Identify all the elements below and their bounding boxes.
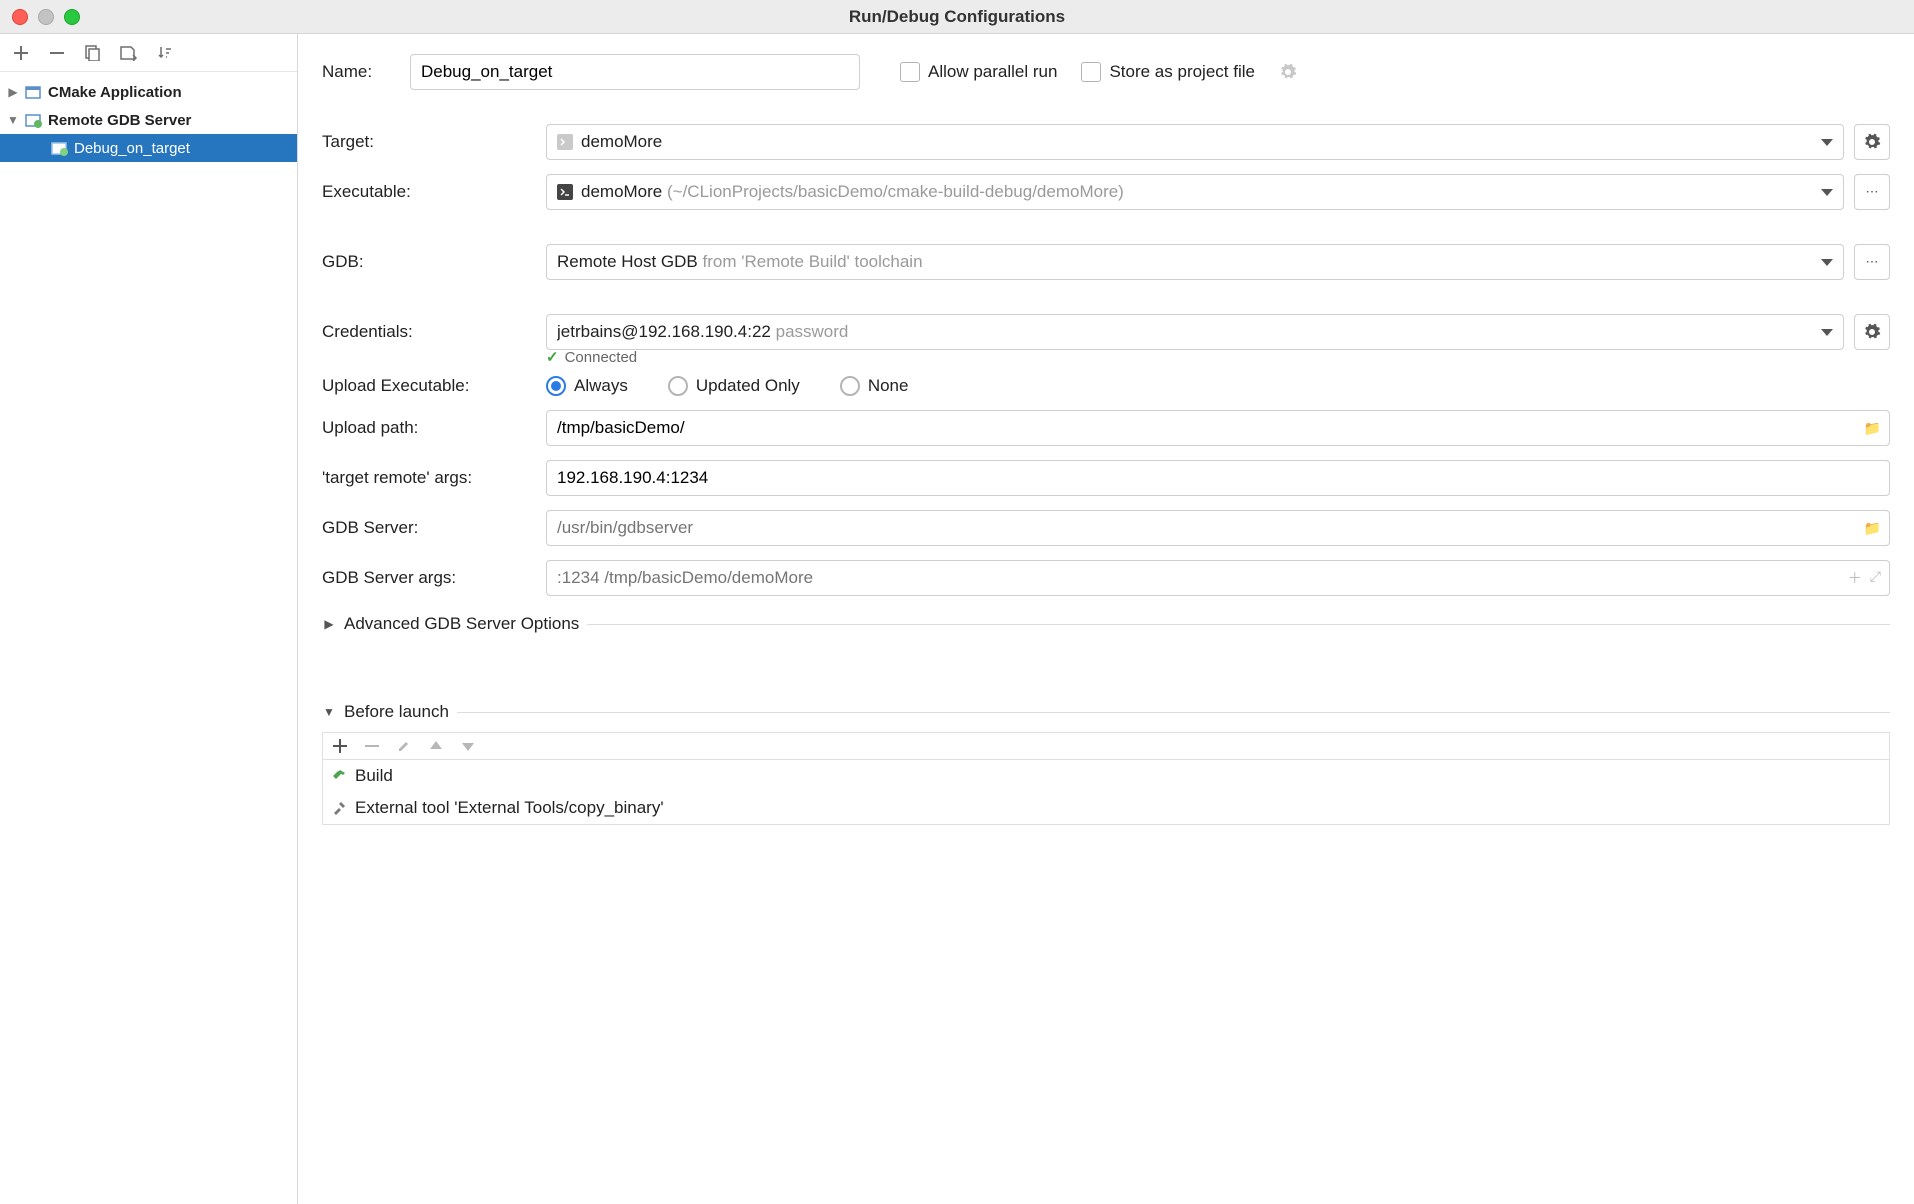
sort-icon[interactable] (156, 44, 174, 62)
config-tree: ▶ CMake Application ▼ Remote GDB Server … (0, 72, 297, 1204)
upload-path-label: Upload path: (322, 418, 546, 438)
executable-browse-button[interactable]: ⋯ (1854, 174, 1890, 210)
credentials-settings-button[interactable] (1854, 314, 1890, 350)
tools-icon (331, 800, 347, 816)
upload-always-radio[interactable]: Always (546, 376, 628, 396)
folder-icon[interactable]: 📁 (1864, 420, 1881, 437)
target-remote-input[interactable] (546, 460, 1890, 496)
checkbox-icon (1081, 62, 1101, 82)
advanced-section-header[interactable]: ▶ Advanced GDB Server Options (322, 614, 1890, 634)
executable-combo[interactable]: demoMore (~/CLionProjects/basicDemo/cmak… (546, 174, 1844, 210)
tree-label: Debug_on_target (74, 140, 190, 157)
chevron-down-icon (1821, 259, 1833, 266)
gdb-server-label: GDB Server: (322, 518, 546, 538)
hammer-icon (331, 768, 347, 784)
before-launch-label: Before launch (344, 702, 449, 722)
gdb-browse-button[interactable]: ⋯ (1854, 244, 1890, 280)
gdb-label: GDB: (322, 252, 546, 272)
config-form: Name: Allow parallel run Store as projec… (298, 34, 1914, 1204)
name-label: Name: (322, 62, 410, 82)
config-sidebar: ▶ CMake Application ▼ Remote GDB Server … (0, 34, 298, 1204)
chevron-right-icon: ▶ (322, 617, 336, 631)
credentials-label: Credentials: (322, 322, 546, 342)
sidebar-toolbar (0, 34, 297, 72)
gdb-combo[interactable]: Remote Host GDB from 'Remote Build' tool… (546, 244, 1844, 280)
name-input-field[interactable] (421, 62, 849, 82)
before-launch-list: Build External tool 'External Tools/copy… (322, 759, 1890, 825)
remove-config-icon[interactable] (48, 44, 66, 62)
connected-label: Connected (565, 349, 638, 366)
list-item[interactable]: External tool 'External Tools/copy_binar… (323, 792, 1889, 824)
advanced-section-label: Advanced GDB Server Options (344, 614, 579, 634)
radio-icon (840, 376, 860, 396)
tree-node-cmake-application[interactable]: ▶ CMake Application (0, 78, 297, 106)
remote-gdb-icon (50, 138, 70, 158)
radio-icon (546, 376, 566, 396)
name-input[interactable] (410, 54, 860, 90)
gear-icon[interactable] (1279, 63, 1297, 81)
executable-value: demoMore (~/CLionProjects/basicDemo/cmak… (581, 182, 1813, 202)
target-remote-label: 'target remote' args: (322, 468, 546, 488)
checkbox-icon (900, 62, 920, 82)
chevron-down-icon (1821, 189, 1833, 196)
remove-task-icon[interactable] (365, 739, 379, 753)
gdb-server-input[interactable]: 📁 (546, 510, 1890, 546)
allow-parallel-checkbox[interactable]: Allow parallel run (900, 62, 1057, 82)
tree-node-debug-on-target[interactable]: Debug_on_target (0, 134, 297, 162)
window-title: Run/Debug Configurations (0, 7, 1914, 27)
tree-label: Remote GDB Server (48, 112, 191, 129)
before-launch-toolbar (322, 732, 1890, 759)
executable-label: Executable: (322, 182, 546, 202)
gdb-server-args-input[interactable]: ＋ ⤢ (546, 560, 1890, 596)
connection-status: ✓ Connected (546, 348, 1890, 366)
store-project-label: Store as project file (1109, 62, 1255, 82)
gdb-value: Remote Host GDB from 'Remote Build' tool… (557, 252, 1813, 272)
copy-config-icon[interactable] (84, 44, 102, 62)
upload-updated-radio[interactable]: Updated Only (668, 376, 800, 396)
chevron-down-icon: ▼ (6, 113, 20, 127)
store-project-checkbox[interactable]: Store as project file (1081, 62, 1255, 82)
list-item[interactable]: Build (323, 760, 1889, 792)
credentials-combo[interactable]: jetrbains@192.168.190.4:22 password (546, 314, 1844, 350)
target-combo[interactable]: demoMore (546, 124, 1844, 160)
radio-icon (668, 376, 688, 396)
task-label: External tool 'External Tools/copy_binar… (355, 798, 664, 818)
task-label: Build (355, 766, 393, 786)
chevron-right-icon: ▶ (6, 85, 20, 99)
target-label: Target: (322, 132, 546, 152)
before-launch-header[interactable]: ▼ Before launch (322, 702, 1890, 722)
save-template-icon[interactable] (120, 44, 138, 62)
credentials-value: jetrbains@192.168.190.4:22 password (557, 322, 1813, 342)
tree-node-remote-gdb-server[interactable]: ▼ Remote GDB Server (0, 106, 297, 134)
plus-icon[interactable]: ＋ (1848, 568, 1862, 588)
upload-none-radio[interactable]: None (840, 376, 909, 396)
chevron-down-icon (1821, 139, 1833, 146)
target-settings-button[interactable] (1854, 124, 1890, 160)
add-task-icon[interactable] (333, 739, 347, 753)
remote-gdb-icon (24, 110, 44, 130)
move-down-icon[interactable] (461, 741, 475, 751)
chevron-down-icon: ▼ (322, 705, 336, 719)
edit-task-icon[interactable] (397, 739, 411, 753)
chevron-down-icon (1821, 329, 1833, 336)
upload-exec-label: Upload Executable: (322, 376, 546, 396)
upload-path-input[interactable]: 📁 (546, 410, 1890, 446)
allow-parallel-label: Allow parallel run (928, 62, 1057, 82)
folder-icon[interactable]: 📁 (1864, 520, 1881, 537)
app-icon (24, 82, 44, 102)
check-icon: ✓ (546, 348, 559, 366)
target-exec-icon (557, 134, 573, 150)
tree-label: CMake Application (48, 84, 182, 101)
gdb-server-args-label: GDB Server args: (322, 568, 546, 588)
terminal-icon (557, 184, 573, 200)
move-up-icon[interactable] (429, 741, 443, 751)
titlebar: Run/Debug Configurations (0, 0, 1914, 34)
target-value: demoMore (581, 132, 1813, 152)
expand-icon[interactable]: ⤢ (1870, 568, 1881, 588)
add-config-icon[interactable] (12, 44, 30, 62)
